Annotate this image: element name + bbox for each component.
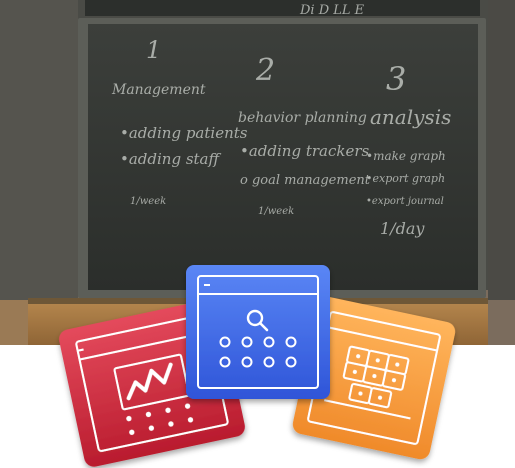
column-2-heading: behavior planning <box>238 110 367 126</box>
column-3-number: 3 <box>386 60 406 98</box>
column-1-item-2: •adding staff <box>120 150 221 168</box>
column-2-frequency: 1/week <box>258 206 294 217</box>
upper-board <box>85 0 480 16</box>
column-1-frequency: 1/week <box>130 196 166 207</box>
search-calendar-icon <box>186 265 330 399</box>
photo-scene: Di D LL E 1 Management •adding patients … <box>0 0 515 467</box>
column-1-number: 1 <box>146 36 161 64</box>
column-3-frequency: 1/day <box>380 219 425 238</box>
column-3-item-1: •make graph <box>366 149 446 163</box>
column-3-item-2: •export graph <box>366 172 445 185</box>
column-3-heading: analysis <box>370 105 451 129</box>
column-1-heading: Management <box>111 82 206 98</box>
column-3-item-3: •export journal <box>366 196 444 207</box>
column-1-item-1: •adding patients <box>120 124 248 142</box>
column-2-number: 2 <box>255 53 275 88</box>
column-2-item-2: o goal management <box>240 173 371 188</box>
column-2-item-1: •adding trackers <box>240 142 370 160</box>
top-scribble: Di D LL E <box>299 3 365 18</box>
